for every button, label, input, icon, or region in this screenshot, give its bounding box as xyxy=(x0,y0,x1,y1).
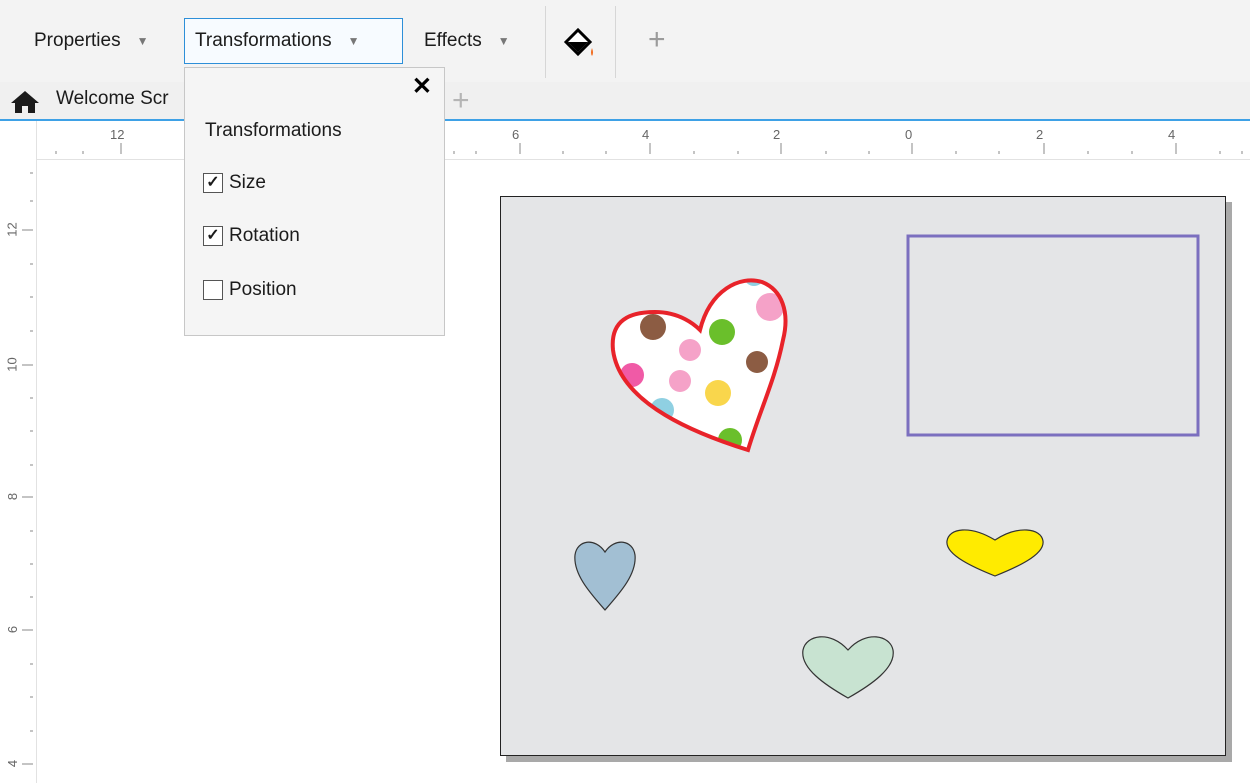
size-checkbox-option[interactable]: ✓ Size xyxy=(203,172,266,194)
polka-dot-heart[interactable] xyxy=(610,266,788,453)
popup-title: Transformations xyxy=(205,120,342,141)
position-checkbox[interactable] xyxy=(203,280,223,300)
size-checkbox[interactable]: ✓ xyxy=(203,173,223,193)
close-icon[interactable]: ✕ xyxy=(412,72,432,101)
size-label: Size xyxy=(229,172,266,193)
transformations-popup: ✕ Transformations ✓ Size ✓ Rotation Posi… xyxy=(184,67,445,336)
blue-heart[interactable] xyxy=(574,541,636,611)
position-checkbox-option[interactable]: Position xyxy=(203,279,297,301)
rotation-checkbox[interactable]: ✓ xyxy=(203,226,223,246)
rotation-checkbox-option[interactable]: ✓ Rotation xyxy=(203,225,300,247)
rectangle-shape[interactable] xyxy=(906,234,1200,437)
green-heart[interactable] xyxy=(802,636,894,699)
yellow-heart[interactable] xyxy=(946,529,1044,577)
rotation-label: Rotation xyxy=(229,225,300,246)
position-label: Position xyxy=(229,279,297,300)
